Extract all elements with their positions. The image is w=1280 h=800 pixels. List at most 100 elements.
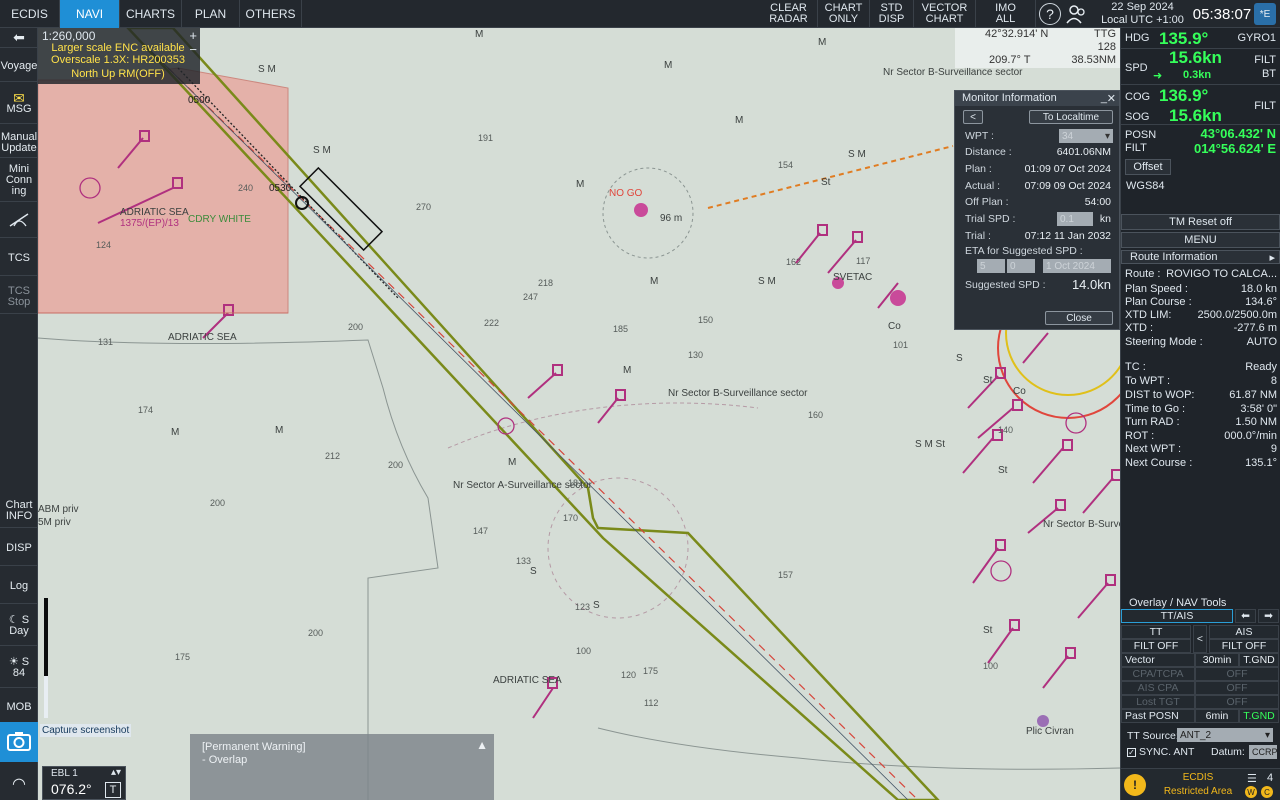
past-posn-mode[interactable]: T.GND — [1239, 709, 1279, 723]
chart-only-button[interactable]: CHART ONLY — [818, 0, 870, 28]
permanent-warning-panel[interactable]: [Permanent Warning] - Overlap ▲ — [190, 734, 494, 800]
st-label-1: St — [821, 177, 831, 188]
ebl-value: 076.2° — [51, 781, 92, 797]
menu-button[interactable]: MENU — [1121, 232, 1280, 248]
tab-charts[interactable]: CHARTS — [120, 0, 182, 28]
close-button[interactable]: Close — [1045, 311, 1113, 325]
ebl-mode-button[interactable]: T — [105, 782, 121, 798]
trialspd-input[interactable]: 0.1 — [1057, 212, 1093, 226]
monitor-back-button[interactable]: < — [963, 110, 983, 124]
route-information-header[interactable]: Route Information ▸ — [1121, 250, 1280, 264]
swap-tt-ais-button[interactable]: < — [1193, 625, 1207, 653]
route-info-value: Ready — [1245, 361, 1277, 373]
mini-conning-label-3: ing — [11, 185, 27, 197]
route-info-row: Next Course : 135.1° — [1125, 457, 1277, 470]
depth-sounding: 212 — [325, 451, 340, 461]
cpa-tcpa-value[interactable]: OFF — [1195, 667, 1279, 681]
day-mode-button[interactable]: ☾ S Day — [0, 606, 38, 646]
brightness-button[interactable]: ☀ S 84 — [0, 648, 38, 688]
clear-radar-label-2: RADAR — [769, 13, 808, 25]
manual-update-button[interactable]: Manual Update — [0, 128, 38, 158]
prev-arrow-icon[interactable]: ⬅ — [1235, 609, 1256, 623]
vector-time[interactable]: 30min — [1195, 653, 1239, 667]
route-info-value: 1.50 NM — [1235, 416, 1277, 428]
ais-filter-button[interactable]: FILT OFF — [1209, 639, 1279, 653]
route-info-label: Next Course : — [1125, 457, 1193, 469]
ttg-label: TTG — [1094, 28, 1116, 40]
ais-button[interactable]: AIS — [1209, 625, 1279, 639]
vector-mode[interactable]: T.GND — [1239, 653, 1279, 667]
orientation-mode[interactable]: North Up RM(OFF) — [38, 68, 198, 80]
chart-scale[interactable]: 1:260,000 — [42, 29, 95, 43]
spd-source-2[interactable]: BT — [1262, 68, 1276, 80]
tab-tt-ais[interactable]: TT/AIS — [1121, 609, 1233, 623]
std-disp-label-2: DISP — [878, 13, 905, 25]
power-icon[interactable]: ◠ — [0, 768, 38, 800]
past-posn-time[interactable]: 6min — [1195, 709, 1239, 723]
mini-conning-button[interactable]: Mini Conn ing — [0, 160, 38, 202]
collapse-icon[interactable]: ▲ — [476, 738, 488, 752]
ais-cpa-value[interactable]: OFF — [1195, 681, 1279, 695]
mob-button[interactable]: MOB — [0, 690, 38, 726]
tab-navi[interactable]: NAVI — [60, 0, 120, 28]
brightness-value: 84 — [12, 666, 26, 679]
route-info-label: Plan Course : — [1125, 296, 1192, 308]
spd-source-1[interactable]: FILT — [1254, 54, 1276, 66]
msg-button[interactable]: ✉ MSG — [0, 84, 38, 124]
tt-source-select[interactable]: ANT_2 ▾ — [1177, 728, 1273, 742]
tab-others[interactable]: OTHERS — [240, 0, 302, 28]
e-status-badge[interactable]: *E — [1254, 3, 1276, 25]
chart-info-button[interactable]: Chart INFO — [0, 494, 38, 528]
eta-minute-input[interactable]: 0 — [1007, 259, 1035, 273]
lost-tgt-value[interactable]: OFF — [1195, 695, 1279, 709]
zoom-in-icon[interactable]: + — [189, 28, 197, 43]
brightness-slider[interactable] — [44, 598, 48, 718]
sector-circle — [547, 477, 689, 619]
eta-hour-input[interactable]: 5 — [977, 259, 1005, 273]
help-icon[interactable]: ? — [1039, 3, 1061, 25]
clear-radar-button[interactable]: CLEAR RADAR — [760, 0, 818, 28]
tab-ecdis[interactable]: ECDIS — [0, 0, 60, 28]
tab-plan[interactable]: PLAN — [182, 0, 240, 28]
disp-button[interactable]: DISP — [0, 532, 38, 566]
ebl-spin-icon[interactable]: ▴▾ — [111, 767, 121, 778]
spd-rate: 0.3kn — [1183, 69, 1212, 81]
to-localtime-button[interactable]: To Localtime — [1029, 110, 1113, 124]
datum-field[interactable]: CCRP — [1249, 745, 1278, 759]
clock: 05:38:07 — [1192, 5, 1252, 23]
monitor-information-dialog: Monitor Information _ ✕ < To Localtime W… — [954, 90, 1120, 330]
offset-button[interactable]: Offset — [1125, 159, 1171, 175]
imo-all-button[interactable]: IMO ALL — [976, 0, 1036, 28]
log-button[interactable]: Log — [0, 570, 38, 604]
scale-panel[interactable]: 1:260,000 + − Larger scale ENC available… — [38, 28, 200, 84]
alert-list-icon[interactable]: ☰ — [1247, 772, 1257, 785]
back-arrow-icon[interactable]: ⬅ — [0, 28, 38, 48]
tt-filter-button[interactable]: FILT OFF — [1121, 639, 1191, 653]
eta-date-input[interactable]: 1 Oct 2024 — [1043, 259, 1111, 273]
tm-reset-button[interactable]: TM Reset off — [1121, 214, 1280, 230]
users-icon[interactable] — [1066, 3, 1088, 25]
route-info-row: Time to Go : 3:58' 0" — [1125, 403, 1277, 416]
close-icon[interactable]: ✕ — [1107, 92, 1116, 105]
capture-screenshot-button[interactable] — [0, 722, 38, 762]
next-arrow-icon[interactable]: ➡ — [1258, 609, 1279, 623]
alert-panel[interactable]: ! ECDIS Restricted Area ☰ 4 W C — [1121, 768, 1280, 800]
checkbox-icon: ✓ — [1127, 747, 1136, 757]
route-info-label: Plan Speed : — [1125, 283, 1188, 295]
vector-chart-button[interactable]: VECTOR CHART — [914, 0, 976, 28]
tcs-button[interactable]: TCS — [0, 242, 38, 276]
wpt-select[interactable]: 34 ▾ — [1059, 129, 1113, 143]
voyage-button[interactable]: Voyage — [0, 52, 38, 82]
std-disp-button[interactable]: STD DISP — [870, 0, 914, 28]
tcs-stop-button[interactable]: TCS Stop — [0, 280, 38, 314]
ebl-panel[interactable]: EBL 1 ▴▾ 076.2° T — [42, 766, 126, 800]
route-info-label: Route : — [1125, 268, 1161, 280]
tcs-stop-label-2: Stop — [7, 295, 31, 308]
cog-source[interactable]: FILT — [1254, 100, 1276, 112]
sync-ant-checkbox[interactable]: ✓ SYNC. ANT — [1127, 746, 1194, 758]
weather-icon[interactable] — [0, 204, 38, 238]
tt-button[interactable]: TT — [1121, 625, 1191, 639]
sector-b-label-2: Nr Sector B-Surveillance sector — [883, 67, 1023, 78]
hdg-source[interactable]: GYRO1 — [1237, 32, 1276, 44]
depth-sounding: 147 — [473, 526, 488, 536]
